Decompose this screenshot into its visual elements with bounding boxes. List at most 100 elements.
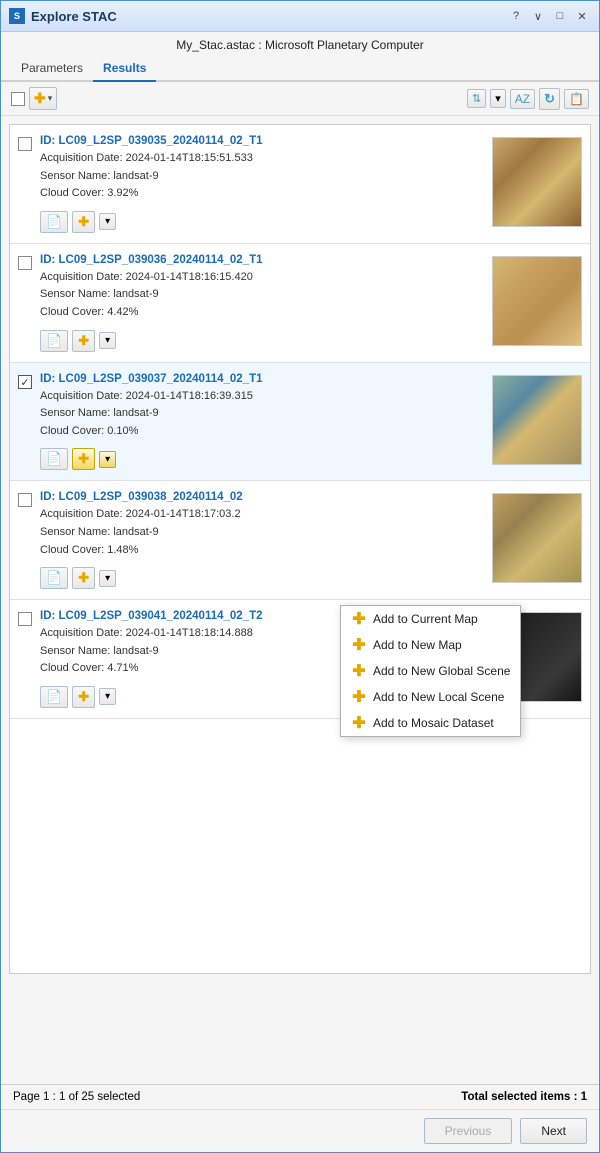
context-icon-3: ✚ [351, 663, 367, 679]
item-info-4: ID: LC09_L2SP_039038_20240114_02 Acquisi… [40, 491, 492, 589]
item-info-2: ID: LC09_L2SP_039036_20240114_02_T1 Acqu… [40, 254, 492, 352]
item-checkbox-3[interactable] [18, 375, 32, 389]
item-meta-4: Acquisition Date: 2024-01-14T18:17:03.2 … [40, 506, 492, 559]
plus-icon: ✚ [78, 333, 89, 349]
item-thumbnail-1 [492, 137, 582, 227]
item-dropdown-arrow-icon-5: ▾ [105, 691, 110, 702]
item-dropdown-arrow-icon-1: ▾ [105, 216, 110, 227]
copy-icon: 📄 [46, 689, 62, 705]
context-add-new-map[interactable]: ✚ Add to New Map [341, 632, 520, 658]
window-title: Explore STAC [31, 9, 117, 24]
context-label-3: Add to New Global Scene [373, 664, 510, 678]
tab-parameters[interactable]: Parameters [11, 56, 93, 82]
context-menu: ✚ Add to Current Map ✚ Add to New Map ✚ … [340, 605, 521, 737]
context-add-local-scene[interactable]: ✚ Add to New Local Scene [341, 684, 520, 710]
item-meta-3: Acquisition Date: 2024-01-14T18:16:39.31… [40, 388, 492, 441]
item-dropdown-arrow-icon-3: ▾ [105, 454, 110, 465]
item-add-dropdown-4[interactable]: ▾ [99, 570, 116, 587]
collapse-button[interactable]: ∨ [529, 7, 547, 25]
context-label-2: Add to New Map [373, 638, 462, 652]
item-checkbox-2[interactable] [18, 256, 32, 270]
tabs-bar: Parameters Results [1, 56, 599, 82]
toolbar: ✚ ▾ ⇅ ▾ AZ ↻ 📋 [1, 82, 599, 116]
item-add-dropdown-1[interactable]: ▾ [99, 213, 116, 230]
title-bar: S Explore STAC ? ∨ □ ✕ [1, 1, 599, 32]
az-icon: AZ [515, 92, 530, 106]
thumbnail-image-2 [493, 257, 581, 345]
export-icon: 📋 [569, 92, 584, 106]
item-add-dropdown-3[interactable]: ▾ [99, 451, 116, 468]
sort-dropdown-button[interactable]: ▾ [490, 89, 506, 108]
item-info-1: ID: LC09_L2SP_039035_20240114_02_T1 Acqu… [40, 135, 492, 233]
plus-icon: ✚ [78, 570, 89, 586]
title-bar-left: S Explore STAC [9, 8, 117, 24]
item-actions-1: 📄 ✚ ▾ [40, 211, 492, 233]
item-actions-4: 📄 ✚ ▾ [40, 567, 492, 589]
context-label-4: Add to New Local Scene [373, 690, 504, 704]
item-add-button-3[interactable]: ✚ [72, 448, 95, 470]
item-dropdown-arrow-icon-4: ▾ [105, 573, 110, 584]
copy-icon: 📄 [46, 214, 62, 230]
close-button[interactable]: ✕ [573, 7, 591, 25]
thumbnail-image-3 [493, 376, 581, 464]
add-icon: ✚ [34, 90, 46, 107]
context-icon-4: ✚ [351, 689, 367, 705]
item-id-4: ID: LC09_L2SP_039038_20240114_02 [40, 491, 492, 503]
context-add-mosaic[interactable]: ✚ Add to Mosaic Dataset [341, 710, 520, 736]
results-scroll[interactable]: ID: LC09_L2SP_039035_20240114_02_T1 Acqu… [9, 124, 591, 974]
maximize-button[interactable]: □ [551, 7, 569, 25]
item-meta-2: Acquisition Date: 2024-01-14T18:16:15.42… [40, 269, 492, 322]
previous-button[interactable]: Previous [424, 1118, 513, 1144]
sort-toggle-button[interactable]: ⇅ [467, 89, 486, 108]
nav-buttons: Previous Next [1, 1109, 599, 1152]
item-copy-button-1[interactable]: 📄 [40, 211, 68, 233]
item-add-button-4[interactable]: ✚ [72, 567, 95, 589]
next-button[interactable]: Next [520, 1118, 587, 1144]
item-add-dropdown-2[interactable]: ▾ [99, 332, 116, 349]
item-add-dropdown-5[interactable]: ▾ [99, 688, 116, 705]
selected-label: Total selected items : 1 [461, 1091, 587, 1103]
item-add-button-2[interactable]: ✚ [72, 330, 95, 352]
plus-icon: ✚ [78, 689, 89, 705]
page-info: Page 1 : 1 of 25 selected [13, 1091, 140, 1103]
item-checkbox-4[interactable] [18, 493, 32, 507]
item-actions-2: 📄 ✚ ▾ [40, 330, 492, 352]
list-item: ID: LC09_L2SP_039038_20240114_02 Acquisi… [10, 481, 590, 600]
context-icon-2: ✚ [351, 637, 367, 653]
item-copy-button-5[interactable]: 📄 [40, 686, 68, 708]
context-icon-5: ✚ [351, 715, 367, 731]
copy-icon: 📄 [46, 333, 62, 349]
plus-icon: ✚ [78, 451, 89, 467]
item-thumbnail-3 [492, 375, 582, 465]
item-thumbnail-2 [492, 256, 582, 346]
context-label-5: Add to Mosaic Dataset [373, 716, 494, 730]
item-id-1: ID: LC09_L2SP_039035_20240114_02_T1 [40, 135, 492, 147]
main-window: S Explore STAC ? ∨ □ ✕ My_Stac.astac : M… [0, 0, 600, 1153]
item-copy-button-3[interactable]: 📄 [40, 448, 68, 470]
item-actions-3: 📄 ✚ ▾ [40, 448, 492, 470]
sort-dropdown-arrow-icon: ▾ [495, 92, 501, 105]
item-add-button-1[interactable]: ✚ [72, 211, 95, 233]
az-sort-button[interactable]: AZ [510, 89, 535, 109]
title-controls: ? ∨ □ ✕ [507, 7, 591, 25]
export-button[interactable]: 📋 [564, 89, 589, 109]
item-copy-button-2[interactable]: 📄 [40, 330, 68, 352]
context-add-current-map[interactable]: ✚ Add to Current Map [341, 606, 520, 632]
add-button[interactable]: ✚ ▾ [29, 87, 57, 110]
plus-icon: ✚ [78, 214, 89, 230]
item-checkbox-1[interactable] [18, 137, 32, 151]
item-info-3: ID: LC09_L2SP_039037_20240114_02_T1 Acqu… [40, 373, 492, 471]
item-copy-button-4[interactable]: 📄 [40, 567, 68, 589]
context-icon-1: ✚ [351, 611, 367, 627]
item-add-button-5[interactable]: ✚ [72, 686, 95, 708]
tab-results[interactable]: Results [93, 56, 156, 82]
help-button[interactable]: ? [507, 7, 525, 25]
item-id-2: ID: LC09_L2SP_039036_20240114_02_T1 [40, 254, 492, 266]
item-dropdown-arrow-icon-2: ▾ [105, 335, 110, 346]
select-all-checkbox[interactable] [11, 92, 25, 106]
refresh-button[interactable]: ↻ [539, 88, 560, 110]
list-item: ID: LC09_L2SP_039036_20240114_02_T1 Acqu… [10, 244, 590, 363]
item-checkbox-5[interactable] [18, 612, 32, 626]
context-add-global-scene[interactable]: ✚ Add to New Global Scene [341, 658, 520, 684]
list-item: ID: LC09_L2SP_039037_20240114_02_T1 Acqu… [10, 363, 590, 482]
